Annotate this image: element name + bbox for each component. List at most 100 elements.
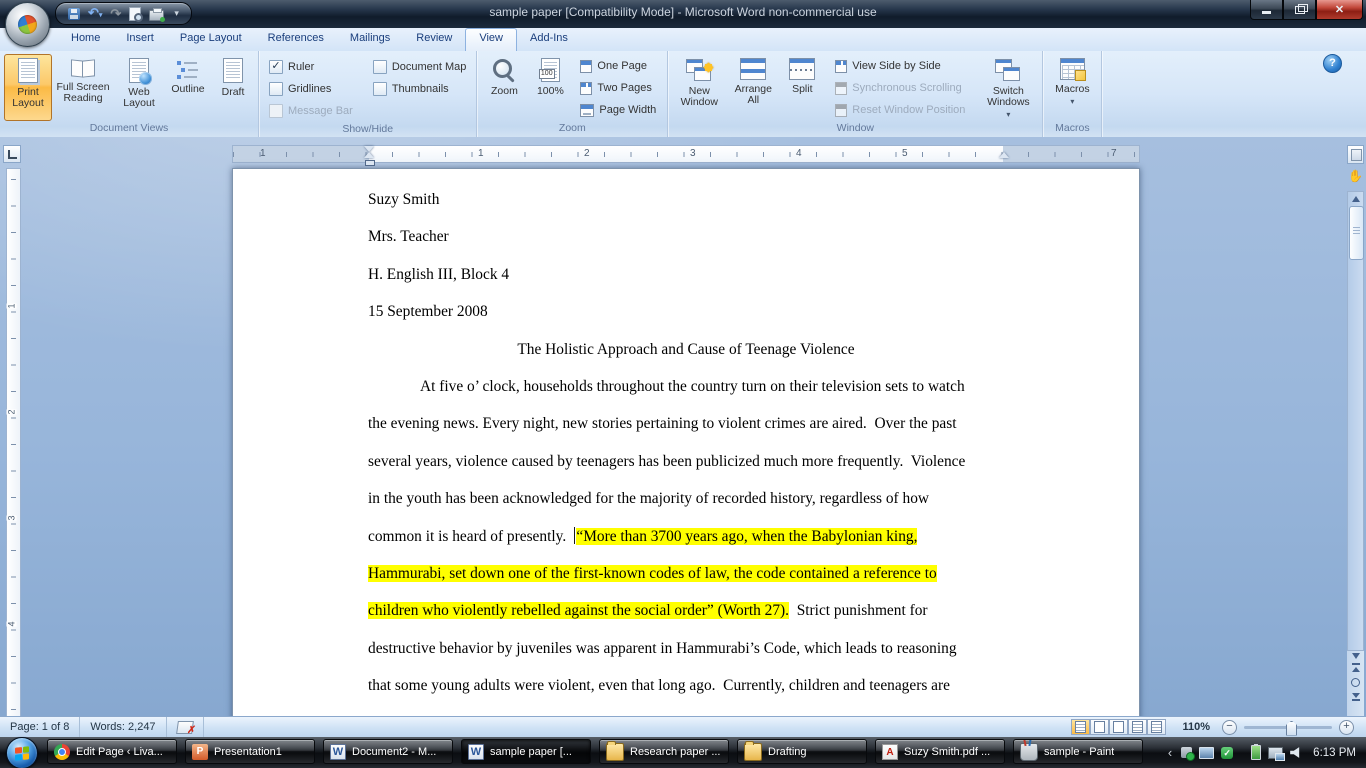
left-indent-marker[interactable] [365,160,375,166]
view-ruler-toggle-button[interactable] [1347,145,1364,164]
full-screen-reading-button[interactable]: Full Screen Reading [52,54,114,121]
scroll-up-arrow[interactable] [1352,196,1360,202]
print-layout-button[interactable]: Print Layout [4,54,52,121]
zoom-slider-track[interactable] [1244,726,1332,729]
ruler-checkbox[interactable]: Ruler [269,56,353,78]
zoom-100-button[interactable]: 100% [527,54,573,121]
display-icon[interactable] [1199,747,1214,759]
tab-home[interactable]: Home [58,28,113,51]
web-layout-view-button[interactable] [1109,719,1128,735]
select-browse-object-button[interactable] [1351,678,1360,687]
tab-stop-selector[interactable] [3,145,21,163]
print-layout-view-button[interactable] [1071,719,1090,735]
full-screen-reading-view-button[interactable] [1090,719,1109,735]
close-button[interactable]: ✕ [1316,0,1363,20]
scrollbar-track[interactable] [1347,191,1364,717]
outline-button[interactable]: Outline [164,54,212,121]
battery-icon[interactable] [1251,745,1261,760]
right-indent-marker[interactable] [999,152,1009,158]
next-page-icon[interactable] [1352,699,1360,701]
zoom-in-button[interactable]: + [1339,720,1354,735]
outline-view-button[interactable] [1128,719,1147,735]
previous-page-button[interactable] [1352,667,1360,672]
taskbar-item-drafting-folder[interactable]: Drafting [737,739,867,764]
taskbar-item-research-folder[interactable]: Research paper ... [599,739,729,764]
minimize-button[interactable] [1250,0,1283,20]
draft-button[interactable]: Draft [212,54,254,121]
gridlines-checkbox[interactable]: Gridlines [269,78,353,100]
doc-line[interactable]: At five o’ clock, households throughout … [368,368,1004,405]
customize-toolbar-chevron-icon[interactable]: ▾ [174,8,179,19]
tab-view[interactable]: View [465,28,517,51]
tab-mailings[interactable]: Mailings [337,28,403,51]
restore-button[interactable] [1283,0,1316,20]
draft-view-button[interactable] [1147,719,1166,735]
tab-review[interactable]: Review [403,28,465,51]
quick-print-icon[interactable] [149,10,164,21]
tab-references[interactable]: References [255,28,337,51]
tab-insert[interactable]: Insert [113,28,167,51]
doc-line[interactable]: Hammurabi, set down one of the first-kno… [368,555,1004,592]
web-layout-button[interactable]: Web Layout [114,54,164,121]
macros-button[interactable]: Macros ▾ [1047,54,1097,121]
taskbar-item-presentation[interactable]: Presentation1 [185,739,315,764]
doc-line[interactable]: the evening news. Every night, new stori… [368,405,1004,442]
taskbar-item-document2[interactable]: Document2 - M... [323,739,453,764]
hidden-icons-chevron-icon[interactable]: ‹ [1168,745,1172,760]
one-page-button[interactable]: One Page [577,55,659,77]
taskbar-item-sample-paper[interactable]: sample paper [... [461,739,591,764]
tab-page-layout[interactable]: Page Layout [167,28,255,51]
clock[interactable]: 6:13 PM [1313,747,1356,759]
doc-line[interactable]: in the youth has been acknowledged for t… [368,480,1004,517]
pan-hand-icon[interactable]: ✋ [1348,169,1363,183]
page-width-button[interactable]: Page Width [577,99,659,121]
redo-icon[interactable]: ↷ [110,7,121,20]
previous-page-icon[interactable] [1352,663,1360,665]
help-button[interactable]: ? [1323,54,1342,73]
doc-line[interactable]: destructive behavior by juveniles was ap… [368,630,1004,667]
view-side-by-side-button[interactable]: View Side by Side [832,55,968,77]
horizontal-ruler[interactable]: 1 1 2 3 4 5 7 [232,145,1140,163]
doc-line[interactable]: H. English III, Block 4 [368,256,1004,293]
network-icon[interactable] [1268,747,1283,759]
doc-line[interactable]: that some young adults were violent, eve… [368,667,1004,704]
doc-line[interactable]: 15 September 2008 [368,293,1004,330]
switch-windows-button[interactable]: Switch Windows ▾ [978,54,1038,121]
arrange-all-button[interactable]: Arrange All [726,54,780,121]
volume-icon[interactable] [1290,747,1302,759]
zoom-button[interactable]: Zoom [481,54,527,121]
taskbar-item-pdf[interactable]: Suzy Smith.pdf ... [875,739,1005,764]
doc-line[interactable]: several years, violence caused by teenag… [368,443,1004,480]
zoom-out-button[interactable]: − [1222,720,1237,735]
zoom-slider-thumb[interactable] [1286,721,1297,736]
new-window-button[interactable]: New Window [672,54,726,121]
start-button[interactable] [6,737,38,768]
document-map-checkbox[interactable]: Document Map [373,56,467,78]
split-button[interactable]: Split [780,54,824,121]
doc-line[interactable]: Suzy Smith [368,181,1004,218]
tab-add-ins[interactable]: Add-Ins [517,28,581,51]
undo-icon[interactable]: ↶▾ [88,6,102,22]
hanging-indent-marker[interactable] [364,152,374,158]
zoom-level[interactable]: 110% [1182,721,1210,733]
print-preview-icon[interactable] [129,7,141,21]
doc-title-line[interactable]: The Holistic Approach and Cause of Teena… [368,331,1004,368]
taskbar-item-browser[interactable]: Edit Page ‹ Liva... [47,739,177,764]
document-page[interactable]: Suzy Smith Mrs. Teacher H. English III, … [232,168,1140,717]
save-icon[interactable] [68,8,80,20]
doc-line[interactable]: common it is heard of presently. “More t… [368,518,1004,555]
page-number-indicator[interactable]: Page: 1 of 8 [0,717,80,737]
proofing-status[interactable] [167,717,204,737]
thumbnails-checkbox[interactable]: Thumbnails [373,78,467,100]
doc-line[interactable]: Mrs. Teacher [368,218,1004,255]
word-count-indicator[interactable]: Words: 2,247 [80,717,166,737]
safely-remove-hardware-icon[interactable] [1181,747,1192,758]
vertical-ruler[interactable]: 1 2 3 4 [6,168,21,717]
antivirus-icon[interactable] [1221,747,1233,759]
doc-line[interactable]: children who violently rebelled against … [368,592,1004,629]
next-page-button[interactable] [1352,693,1360,698]
scrollbar-thumb[interactable] [1349,206,1364,260]
taskbar-item-paint[interactable]: sample - Paint [1013,739,1143,764]
office-button[interactable] [5,2,50,47]
two-pages-button[interactable]: Two Pages [577,77,659,99]
